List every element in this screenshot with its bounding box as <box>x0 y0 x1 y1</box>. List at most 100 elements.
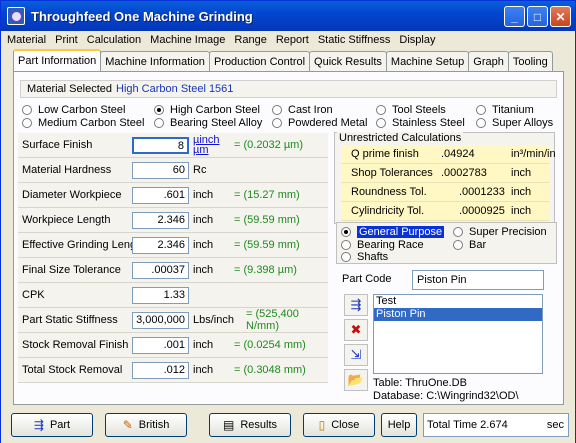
save-part-icon[interactable]: ⇲ <box>344 344 368 366</box>
param-label: CPK <box>22 289 45 301</box>
tab-quick-results[interactable]: Quick Results <box>309 51 387 71</box>
radio-super-alloys[interactable]: Super Alloys <box>476 117 553 129</box>
radio-label: High Carbon Steel <box>170 104 260 116</box>
calc-label: Q prime finish <box>351 148 419 160</box>
radio-label: Powdered Metal <box>288 117 368 129</box>
param-metric: = (525,400 N/mm) <box>246 308 299 332</box>
open-folder-icon[interactable]: 📂 <box>344 369 368 391</box>
results-button[interactable]: ▤ Results <box>209 413 291 437</box>
param-label: Surface Finish <box>22 139 93 151</box>
radio-super-precision[interactable]: Super Precision <box>453 226 547 238</box>
delete-part-icon[interactable]: ✖ <box>344 319 368 341</box>
radio-icon <box>22 118 32 128</box>
calc-row-roundness-tol: Roundness Tol. .0001233 inch <box>341 183 549 202</box>
unrestricted-calculations-group: Unrestricted Calculations Q prime finish… <box>334 132 556 224</box>
radio-titanium[interactable]: Titanium <box>476 104 534 116</box>
radio-icon <box>341 252 351 262</box>
param-label: Total Stock Removal <box>22 364 123 376</box>
app-icon <box>7 7 25 25</box>
menu-calculation[interactable]: Calculation <box>87 34 141 46</box>
radio-medium-carbon-steel[interactable]: Medium Carbon Steel <box>22 117 144 129</box>
app-window: Throughfeed One Machine Grinding _ □ ✕ M… <box>0 0 576 443</box>
menu-display[interactable]: Display <box>399 34 435 46</box>
menu-report[interactable]: Report <box>276 34 309 46</box>
ruler-icon: ✎ <box>122 418 133 432</box>
radio-tool-steels[interactable]: Tool Steels <box>376 104 446 116</box>
part-code-input[interactable]: Piston Pin <box>412 270 544 290</box>
param-row-part-static-stiffness: Part Static Stiffness 3,000,000 Lbs/inch… <box>18 308 328 333</box>
database-info: Table: ThruOne.DB Database: C:\Wingrind3… <box>373 377 519 403</box>
radio-icon <box>341 240 351 250</box>
calc-row-shop-tolerances: Shop Tolerances .0002783 inch <box>341 164 549 183</box>
calc-value: .0001233 <box>459 186 505 198</box>
radio-label: General Purpose <box>357 226 445 238</box>
window-title: Throughfeed One Machine Grinding <box>31 8 253 24</box>
param-label: Part Static Stiffness <box>22 314 118 326</box>
cpk-input[interactable]: 1.33 <box>132 286 189 304</box>
param-metric: = (59.59 mm) <box>234 214 300 226</box>
help-button[interactable]: Help <box>381 413 417 437</box>
param-unit: inch <box>193 339 214 351</box>
menu-print[interactable]: Print <box>55 34 78 46</box>
add-part-icon[interactable]: ⇶ <box>344 294 368 316</box>
tab-machine-setup[interactable]: Machine Setup <box>385 51 470 71</box>
material-hardness-input[interactable]: 60 <box>132 161 189 179</box>
menu-machine-image[interactable]: Machine Image <box>150 34 225 46</box>
radio-bearing-steel-alloy[interactable]: Bearing Steel Alloy <box>154 117 262 129</box>
tab-graph[interactable]: Graph <box>468 51 509 71</box>
part-static-stiffness-input[interactable]: 3,000,000 <box>132 311 189 329</box>
tab-production-control[interactable]: Production Control <box>208 51 311 71</box>
radio-label: Super Precision <box>469 226 547 238</box>
param-label: Stock Removal Finish <box>22 339 129 351</box>
param-row-workpiece-length: Workpiece Length 2.346 inch = (59.59 mm) <box>18 208 328 233</box>
surface-finish-input[interactable]: 8 <box>132 136 189 154</box>
calc-label: Cylindricity Tol. <box>351 205 425 217</box>
list-item-selected[interactable]: Piston Pin <box>374 308 542 321</box>
part-list[interactable]: Test Piston Pin <box>373 294 543 374</box>
param-unit: inch <box>193 364 214 376</box>
final-size-tolerance-input[interactable]: .00037 <box>132 261 189 279</box>
menu-material[interactable]: Material <box>7 34 46 46</box>
radio-powdered-metal[interactable]: Powdered Metal <box>272 117 368 129</box>
radio-icon <box>453 240 463 250</box>
material-selected-value: High Carbon Steel 1561 <box>116 83 234 95</box>
stock-removal-finish-input[interactable]: .001 <box>132 336 189 354</box>
radio-high-carbon-steel[interactable]: High Carbon Steel <box>154 104 260 116</box>
radio-shafts[interactable]: Shafts <box>341 251 388 263</box>
menu-bar: Material Print Calculation Machine Image… <box>1 31 575 49</box>
maximize-button[interactable]: □ <box>527 6 548 27</box>
tab-machine-information[interactable]: Machine Information <box>100 51 210 71</box>
part-icon: ⇶ <box>33 418 44 432</box>
british-button[interactable]: ✎ British <box>105 413 187 437</box>
close-window-button[interactable]: ✕ <box>550 6 571 27</box>
radio-label: Cast Iron <box>288 104 333 116</box>
radio-cast-iron[interactable]: Cast Iron <box>272 104 333 116</box>
radio-bar[interactable]: Bar <box>453 239 486 251</box>
effective-grinding-length-input[interactable]: 2.346 <box>132 236 189 254</box>
radio-low-carbon-steel[interactable]: Low Carbon Steel <box>22 104 125 116</box>
param-metric: = (15.27 mm) <box>234 189 300 201</box>
unit-toggle-link[interactable]: µinch µm <box>193 135 220 156</box>
minimize-button[interactable]: _ <box>504 6 525 27</box>
menu-range[interactable]: Range <box>234 34 266 46</box>
radio-general-purpose[interactable]: General Purpose <box>341 226 445 238</box>
radio-bearing-race[interactable]: Bearing Race <box>341 239 424 251</box>
list-item[interactable]: Test <box>374 295 542 308</box>
param-row-final-size-tolerance: Final Size Tolerance .00037 inch = (9.39… <box>18 258 328 283</box>
part-button[interactable]: ⇶ Part <box>11 413 93 437</box>
tab-tooling[interactable]: Tooling <box>507 51 553 71</box>
radio-label: Low Carbon Steel <box>38 104 126 116</box>
calc-unit: inch <box>511 186 532 198</box>
calc-row-q-prime: Q prime finish .04924 in³/min/in <box>341 145 556 164</box>
workpiece-length-input[interactable]: 2.346 <box>132 211 189 229</box>
menu-static-stiffness[interactable]: Static Stiffness <box>318 34 391 46</box>
calc-unit: inch <box>511 167 532 179</box>
radio-stainless-steel[interactable]: Stainless Steel <box>376 117 465 129</box>
part-button-label: Part <box>49 419 71 431</box>
close-button[interactable]: ▯ Close <box>303 413 375 437</box>
title-bar: Throughfeed One Machine Grinding _ □ ✕ <box>1 1 575 31</box>
diameter-workpiece-input[interactable]: .601 <box>132 186 189 204</box>
radio-icon <box>22 105 32 115</box>
total-stock-removal-input[interactable]: .012 <box>132 361 189 379</box>
tab-part-information[interactable]: Part Information <box>13 49 102 71</box>
